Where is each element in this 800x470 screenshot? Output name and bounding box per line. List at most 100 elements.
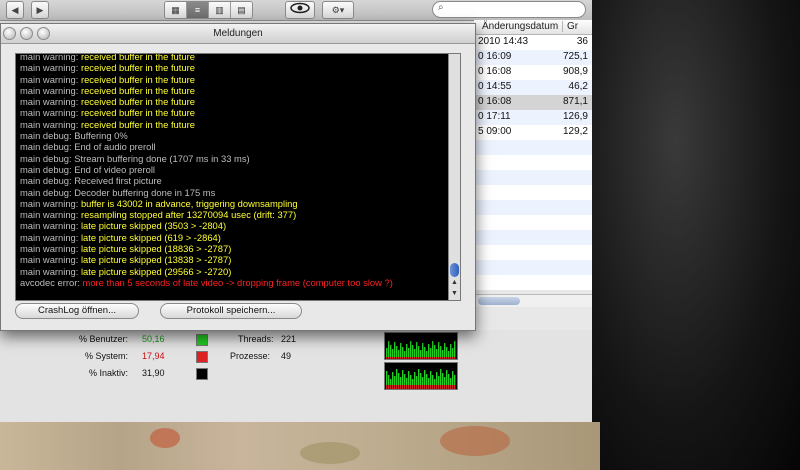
log-line-source: main debug: xyxy=(20,163,75,175)
log-line: main warning: received buffer in the fut… xyxy=(20,62,446,73)
log-line-message: Stream buffering done (1707 ms in 33 ms) xyxy=(74,152,250,164)
log-line-message: received buffer in the future xyxy=(80,84,195,96)
log-line-message: End of audio preroll xyxy=(74,141,156,153)
log-line: main warning: buffer is 43002 in advance… xyxy=(20,198,446,209)
user-color-swatch[interactable] xyxy=(196,334,208,346)
log-line-source: main warning: xyxy=(20,84,81,96)
log-line-source: main warning: xyxy=(20,96,81,108)
log-line-message: resampling stopped after 13270094 usec (… xyxy=(80,209,297,221)
table-row[interactable]: 0 16:08 871,1 xyxy=(474,95,592,110)
log-line-message: received buffer in the future xyxy=(80,118,195,130)
window-titlebar[interactable]: Meldungen xyxy=(1,24,475,44)
table-row[interactable]: 2010 14:43 36 xyxy=(474,35,592,50)
table-row[interactable] xyxy=(474,185,592,200)
log-line-source: main debug: xyxy=(20,175,75,187)
activity-stats-panel: % Benutzer: 50,16 % System: 17,94 % Inak… xyxy=(0,330,592,422)
log-line: main debug: Decoder buffering done in 17… xyxy=(20,187,446,198)
row-date: 2010 14:43 xyxy=(478,36,529,47)
action-gear-icon[interactable]: ⚙▾ xyxy=(322,1,354,19)
log-line: main debug: Received first picture xyxy=(20,175,446,186)
table-row[interactable]: 0 16:08 908,9 xyxy=(474,65,592,80)
table-row[interactable] xyxy=(474,260,592,275)
table-row[interactable] xyxy=(474,155,592,170)
table-row[interactable] xyxy=(474,230,592,245)
idle-color-swatch[interactable] xyxy=(196,368,208,380)
log-line: main warning: late picture skipped (1383… xyxy=(20,254,446,265)
messages-window: Meldungen main warning: received buffer … xyxy=(0,23,476,331)
vertical-scrollbar[interactable]: ▲ ▼ xyxy=(448,54,460,300)
table-row[interactable] xyxy=(474,215,592,230)
icon-view-icon[interactable]: ▦ xyxy=(165,2,187,18)
row-size: 908,9 xyxy=(562,66,588,77)
minimize-window-icon[interactable] xyxy=(20,27,33,40)
list-column-header: Änderungsdatum Gr xyxy=(474,20,592,35)
view-mode-segmented-control: ▦ ≡ ▥ ▤ xyxy=(164,1,253,19)
log-output[interactable]: main warning: received buffer in the fut… xyxy=(15,53,461,301)
log-line: main debug: End of audio preroll xyxy=(20,141,446,152)
table-row[interactable] xyxy=(474,245,592,260)
processes-label: Prozesse: xyxy=(230,351,271,361)
scrollbar-thumb[interactable] xyxy=(478,297,520,305)
log-line-source: main warning: xyxy=(20,118,81,130)
log-line-message: received buffer in the future xyxy=(80,96,195,108)
system-color-swatch[interactable] xyxy=(196,351,208,363)
row-size: 871,1 xyxy=(562,96,588,107)
log-line-source: main warning: xyxy=(20,53,81,62)
log-line-message: late picture skipped (13838 > -2787) xyxy=(80,254,232,266)
row-date: 0 16:09 xyxy=(478,51,512,62)
threads-value: 221 xyxy=(281,334,297,344)
processes-value: 49 xyxy=(281,351,292,361)
row-size: 129,2 xyxy=(562,126,588,137)
table-row[interactable] xyxy=(474,275,592,290)
cpu-graph-2 xyxy=(384,362,458,390)
row-date: 0 17:11 xyxy=(478,111,511,122)
open-crashlog-button[interactable]: CrashLog öffnen... xyxy=(15,303,139,319)
log-line-message: received buffer in the future xyxy=(80,107,195,119)
row-size: 46,2 xyxy=(568,81,588,92)
finder-toolbar: ◀ ▶ ▦ ≡ ▥ ▤ ⚙▾ ⌕ xyxy=(0,0,592,21)
search-field[interactable]: ⌕ xyxy=(432,1,586,18)
table-row[interactable] xyxy=(474,200,592,215)
log-line: main debug: Stream buffering done (1707 … xyxy=(20,153,446,164)
forward-button[interactable]: ▶ xyxy=(31,1,49,19)
row-date: 0 14:55 xyxy=(478,81,512,92)
log-line-source: main warning: xyxy=(20,197,81,209)
back-button[interactable]: ◀ xyxy=(6,1,24,19)
log-line: main warning: received buffer in the fut… xyxy=(20,74,446,85)
scroll-down-arrow-icon[interactable]: ▼ xyxy=(450,289,459,299)
scrollbar-thumb[interactable] xyxy=(450,263,459,277)
system-cpu-value: 17,94 xyxy=(142,351,165,361)
log-line-message: late picture skipped (3503 > -2804) xyxy=(80,220,227,232)
quicklook-eye-icon[interactable] xyxy=(285,1,315,19)
table-row[interactable] xyxy=(474,170,592,185)
save-log-button[interactable]: Protokoll speichern... xyxy=(160,303,302,319)
size-column-header[interactable]: Gr xyxy=(562,21,578,32)
log-line-source: main warning: xyxy=(20,231,81,243)
log-line-source: main debug: xyxy=(20,186,75,198)
log-line: main warning: late picture skipped (1883… xyxy=(20,243,446,254)
log-line-source: main debug: xyxy=(20,152,75,164)
cpu-graph-1 xyxy=(384,332,458,360)
log-line: main debug: End of video preroll xyxy=(20,164,446,175)
search-icon: ⌕ xyxy=(438,2,444,13)
log-line: main warning: late picture skipped (2956… xyxy=(20,266,446,277)
list-view-icon[interactable]: ≡ xyxy=(187,2,209,18)
log-line-message: late picture skipped (18836 > -2787) xyxy=(80,243,232,255)
table-row[interactable] xyxy=(474,140,592,155)
log-line-source: main warning: xyxy=(20,265,81,277)
column-view-icon[interactable]: ▥ xyxy=(209,2,231,18)
zoom-window-icon[interactable] xyxy=(37,27,50,40)
coverflow-view-icon[interactable]: ▤ xyxy=(231,2,252,18)
table-row[interactable]: 5 09:00 129,2 xyxy=(474,125,592,140)
date-column-header[interactable]: Änderungsdatum xyxy=(482,21,558,32)
close-window-icon[interactable] xyxy=(3,27,16,40)
scroll-up-arrow-icon[interactable]: ▲ xyxy=(450,278,459,288)
log-line: avcodec error: more than 5 seconds of la… xyxy=(20,277,446,288)
table-row[interactable]: 0 16:09 725,1 xyxy=(474,50,592,65)
log-line-message: End of video preroll xyxy=(74,163,155,175)
table-row[interactable]: 0 14:55 46,2 xyxy=(474,80,592,95)
log-line-message: received buffer in the future xyxy=(80,73,195,85)
log-line: main warning: resampling stopped after 1… xyxy=(20,209,446,220)
table-row[interactable]: 0 17:11 126,9 xyxy=(474,110,592,125)
horizontal-scrollbar[interactable] xyxy=(474,294,592,307)
